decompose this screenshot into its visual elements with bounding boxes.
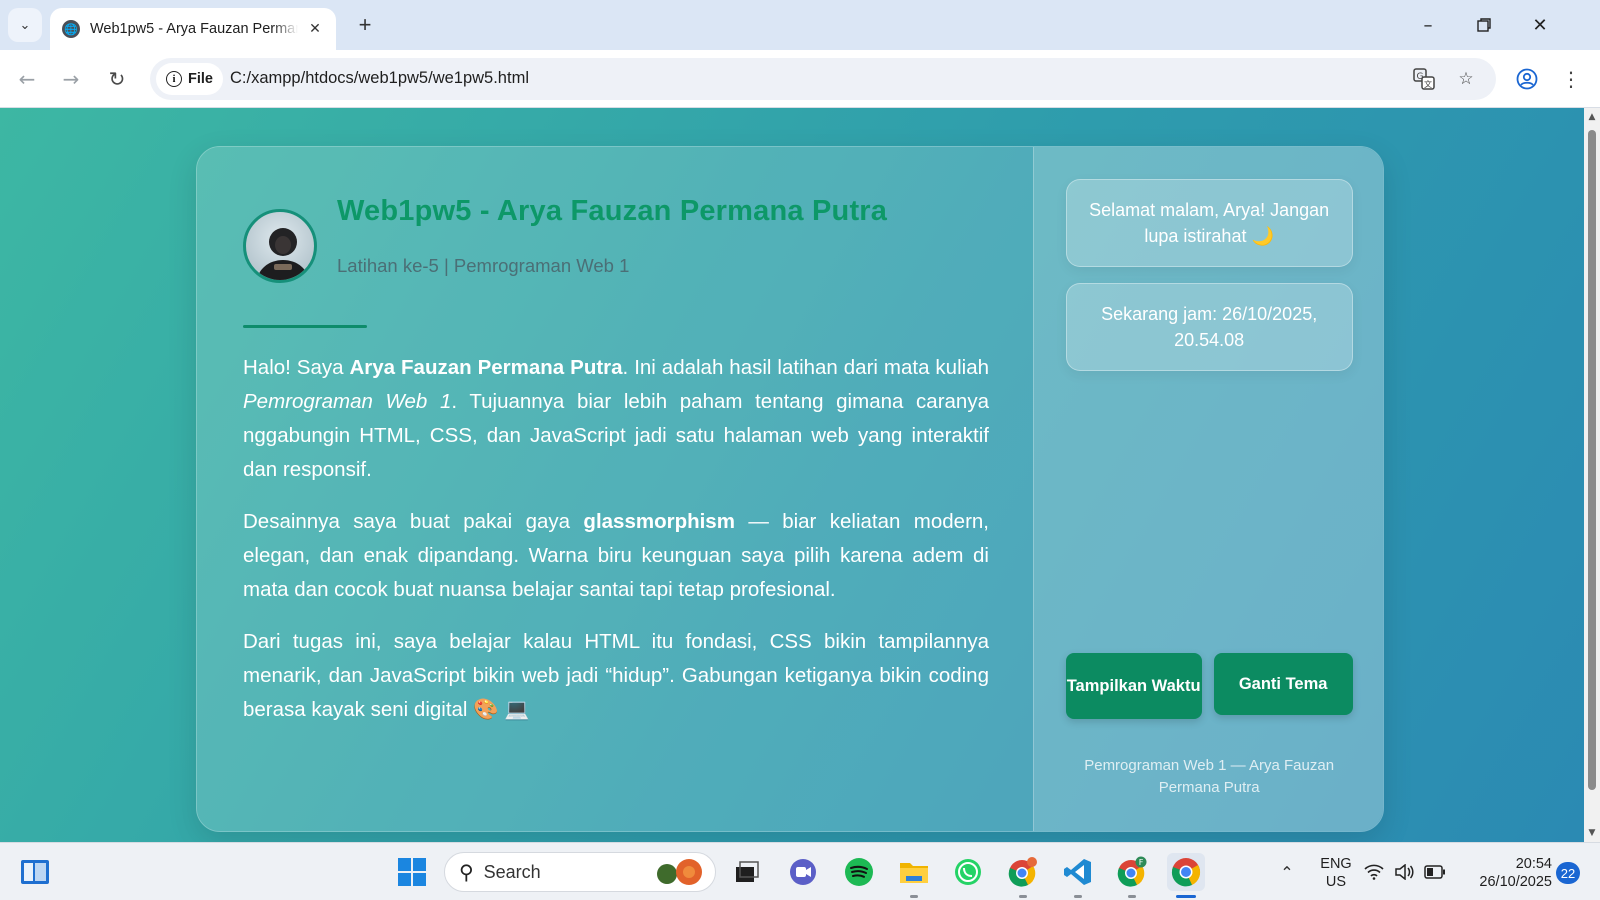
paragraph-learning: Dari tugas ini, saya belajar kalau HTML … xyxy=(243,630,989,721)
clock-box: Sekarang jam: 26/10/2025, 20.54.08 xyxy=(1065,283,1353,371)
greeting-box: Selamat malam, Arya! Jangan lupa istirah… xyxy=(1065,179,1353,267)
taskbar-search-input[interactable]: ⚲ Search xyxy=(444,852,716,892)
close-window-button[interactable]: ✕ xyxy=(1518,8,1562,42)
tray-date: 26/10/2025 xyxy=(1479,874,1552,890)
page-title: Web1pw5 - Arya Fauzan Permana Putra xyxy=(337,195,888,227)
svg-text:文: 文 xyxy=(1424,79,1432,89)
close-tab-icon[interactable]: ✕ xyxy=(304,18,326,40)
tray-time: 20:54 xyxy=(1515,856,1552,872)
region-label: US xyxy=(1325,874,1347,890)
change-theme-button[interactable]: Ganti Tema xyxy=(1213,653,1353,715)
show-time-button[interactable]: Tampilkan Waktu xyxy=(1065,653,1202,719)
browser-toolbar: ← → ↻ i File C:/xampp/htdocs/web1pw5/we1… xyxy=(0,50,1600,108)
back-button[interactable]: ← xyxy=(10,62,44,96)
paragraph-design: Desainnya saya buat pakai gaya glassmorp… xyxy=(243,510,990,601)
menu-kebab-icon[interactable]: ⋮ xyxy=(1554,62,1588,96)
vscode-icon[interactable] xyxy=(1059,853,1097,891)
forward-button[interactable]: → xyxy=(54,62,88,96)
sidebar-panel: Selamat malam, Arya! Jangan lupa istirah… xyxy=(1032,147,1383,831)
search-icon: ⚲ xyxy=(459,860,474,884)
page-scrollbar[interactable]: ▲ ▼ xyxy=(1584,108,1600,842)
scroll-down-arrow-icon[interactable]: ▼ xyxy=(1587,828,1597,838)
search-highlight-icon xyxy=(651,857,707,887)
url-text[interactable]: C:/xampp/htdocs/web1pw5/we1pw5.html xyxy=(230,69,529,88)
tab-search-button[interactable]: ⌄ xyxy=(8,8,42,42)
file-explorer-icon[interactable] xyxy=(895,853,933,891)
chrome-profile-running-indicator xyxy=(1019,895,1027,898)
task-view-icon[interactable] xyxy=(728,853,766,891)
search-label: Search xyxy=(483,861,541,882)
chevron-down-icon: ⌄ xyxy=(19,17,31,33)
restore-button[interactable] xyxy=(1462,8,1506,42)
teams-chat-icon[interactable] xyxy=(784,853,822,891)
new-tab-button[interactable]: + xyxy=(352,12,378,38)
page-viewport: Web1pw5 - Arya Fauzan Permana Putra Lati… xyxy=(0,108,1584,842)
translate-icon[interactable]: G文 xyxy=(1412,67,1436,91)
clock-tray[interactable]: 20:54 26/10/2025 xyxy=(1466,855,1552,891)
windows-taskbar: ⚲ Search F ⌃ ENG US 20:54 26/10/2025 22 xyxy=(0,842,1600,900)
language-indicator[interactable]: ENG US xyxy=(1316,855,1356,891)
chrome-profile-f-icon[interactable]: F xyxy=(1113,853,1151,891)
avatar xyxy=(243,209,317,283)
glass-card: Web1pw5 - Arya Fauzan Permana Putra Lati… xyxy=(196,146,1384,832)
content-panel: Web1pw5 - Arya Fauzan Permana Putra Lati… xyxy=(197,147,1033,831)
chrome-f-running-indicator xyxy=(1128,895,1136,898)
scroll-up-arrow-icon[interactable]: ▲ xyxy=(1587,112,1597,122)
volume-icon[interactable] xyxy=(1392,853,1416,891)
page-subtitle: Latihan ke-5 | Pemrograman Web 1 xyxy=(337,255,630,276)
file-explorer-running-indicator xyxy=(910,895,918,898)
browser-tab-active[interactable]: 🌐 Web1pw5 - Arya Fauzan Permana Putra ✕ xyxy=(50,8,336,50)
reload-button[interactable]: ↻ xyxy=(100,62,134,96)
intro-text: Halo! Saya Arya Fauzan Permana Putra. In… xyxy=(243,351,989,745)
windows-start-icon[interactable] xyxy=(393,853,431,891)
svg-text:F: F xyxy=(1139,858,1144,867)
site-info-chip[interactable]: i File xyxy=(156,63,223,95)
language-label: ENG xyxy=(1320,856,1352,872)
tray-overflow-chevron-icon[interactable]: ⌃ xyxy=(1268,853,1306,891)
globe-icon: 🌐 xyxy=(62,20,80,38)
notification-badge[interactable]: 22 xyxy=(1556,862,1580,884)
chrome-active-indicator xyxy=(1176,895,1196,898)
restore-icon xyxy=(1477,18,1491,32)
scroll-thumb[interactable] xyxy=(1588,130,1596,790)
bookmark-star-icon[interactable]: ☆ xyxy=(1454,67,1478,91)
widgets-icon[interactable] xyxy=(16,853,54,891)
title-divider xyxy=(243,325,367,328)
footer-note: Pemrograman Web 1 — Arya Fauzan Permana … xyxy=(1084,757,1335,796)
profile-icon xyxy=(1516,68,1538,90)
chrome-icon[interactable] xyxy=(1167,853,1205,891)
spotify-icon[interactable] xyxy=(840,853,878,891)
profile-button[interactable] xyxy=(1510,62,1544,96)
site-info-label: File xyxy=(188,71,213,87)
chrome-profile-icon[interactable] xyxy=(1004,853,1042,891)
paragraph-intro: Halo! Saya Arya Fauzan Permana Putra. In… xyxy=(243,356,989,481)
minimize-button[interactable]: – xyxy=(1406,8,1450,42)
wifi-icon[interactable] xyxy=(1362,853,1386,891)
browser-titlebar: ⌄ 🌐 Web1pw5 - Arya Fauzan Permana Putra … xyxy=(0,0,1600,50)
tab-title: Web1pw5 - Arya Fauzan Permana Putra xyxy=(90,21,298,37)
info-icon: i xyxy=(166,71,182,87)
address-bar[interactable]: i File C:/xampp/htdocs/web1pw5/we1pw5.ht… xyxy=(150,58,1496,100)
whatsapp-icon[interactable] xyxy=(949,853,987,891)
vscode-running-indicator xyxy=(1074,895,1082,898)
battery-icon[interactable] xyxy=(1422,853,1448,891)
